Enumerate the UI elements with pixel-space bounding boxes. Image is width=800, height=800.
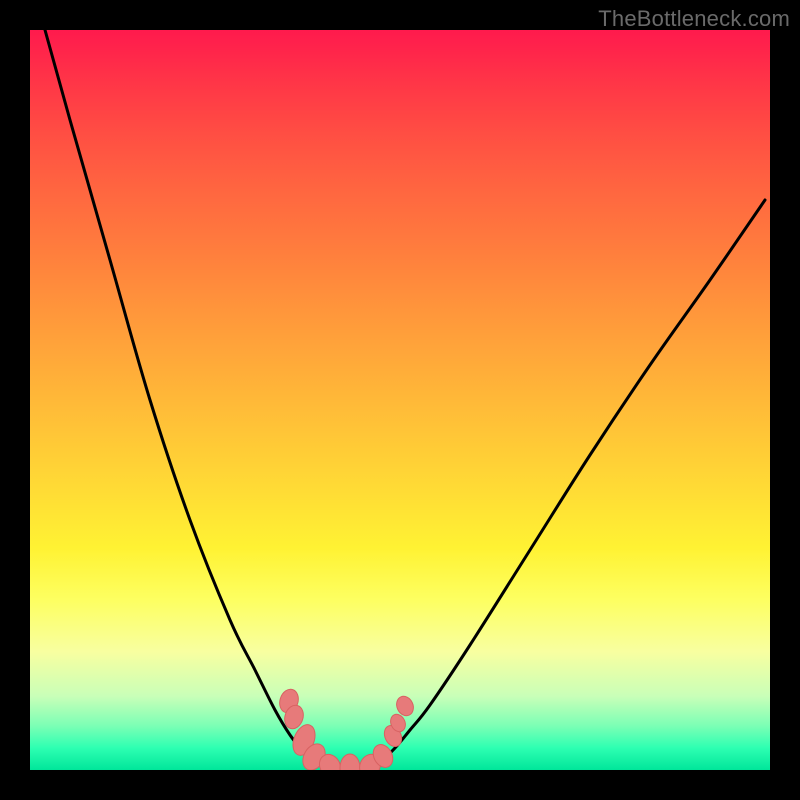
chart-frame: TheBottleneck.com [0,0,800,800]
watermark-text: TheBottleneck.com [598,6,790,32]
data-marker [340,754,360,770]
plot-area [30,30,770,770]
bottleneck-curve [45,30,765,768]
marker-layer [277,687,417,770]
chart-svg [30,30,770,770]
curve-layer [45,30,765,768]
